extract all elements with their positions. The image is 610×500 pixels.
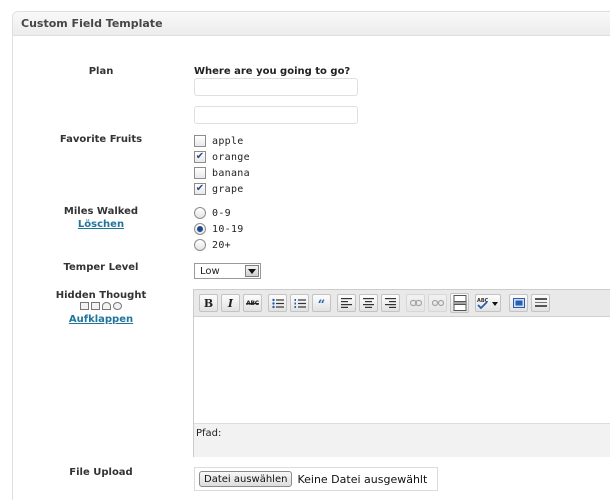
media-buttons [13, 302, 189, 312]
hidden-thought-editor: B I ABC “ ABC Pfad: [193, 289, 610, 457]
radio-selected-dot [197, 226, 203, 232]
fruit-option-label: banana [212, 167, 250, 179]
fruit-checkbox[interactable] [194, 135, 206, 147]
plan-label: Plan [88, 66, 114, 77]
expand-link[interactable]: Aufklappen [13, 314, 189, 325]
more-tag-icon[interactable] [450, 293, 469, 313]
file-upload-input[interactable]: Datei auswählen Keine Datei ausgewählt [194, 467, 438, 491]
bold-icon[interactable]: B [199, 294, 218, 312]
fruit-checkbox[interactable]: ✔ [194, 151, 206, 163]
fruit-checkbox[interactable] [194, 167, 206, 179]
fruit-option-orange[interactable]: ✔ orange [194, 150, 250, 164]
align-right-icon[interactable] [381, 294, 400, 312]
miles-option-10-19[interactable]: 10-19 [194, 222, 244, 236]
hidden-thought-label-text: Hidden Thought [55, 290, 147, 301]
miles-option-label: 10-19 [212, 223, 244, 235]
fruit-option-label: orange [212, 151, 250, 163]
fruit-option-label: grape [212, 183, 244, 195]
miles-walked-label-text: Miles Walked [63, 206, 139, 217]
miles-walked-label: Miles Walked Löschen [13, 206, 189, 230]
panel-title: Custom Field Template [13, 12, 610, 36]
clear-link[interactable]: Löschen [13, 219, 189, 230]
file-status-text: Keine Datei ausgewählt [297, 472, 428, 486]
file-upload-label: File Upload [69, 467, 133, 478]
unlink-icon[interactable] [428, 294, 447, 312]
miles-option-20+[interactable]: 20+ [194, 238, 231, 252]
hidden-thought-label: Hidden Thought Aufklappen [13, 290, 189, 325]
italic-icon[interactable]: I [221, 294, 240, 312]
add-image-icon[interactable] [80, 302, 89, 310]
add-media-icon[interactable] [113, 302, 122, 310]
miles-radio[interactable] [194, 239, 206, 251]
fruit-option-apple[interactable]: apple [194, 134, 244, 148]
kitchen-sink-icon[interactable] [531, 294, 550, 312]
blockquote-icon[interactable]: “ [312, 294, 331, 312]
bullet-list-icon[interactable] [268, 294, 287, 312]
fruit-checkbox[interactable]: ✔ [194, 183, 206, 195]
miles-option-label: 0-9 [212, 207, 231, 219]
miles-option-0-9[interactable]: 0-9 [194, 206, 231, 220]
add-audio-icon[interactable] [102, 302, 111, 310]
align-left-icon[interactable] [337, 294, 356, 312]
fruit-option-banana[interactable]: banana [194, 166, 250, 180]
temper-level-label: Temper Level [63, 262, 139, 273]
spellcheck-icon[interactable]: ABC [475, 294, 501, 312]
editor-path-bar: Pfad: [194, 423, 610, 457]
add-video-icon[interactable] [91, 302, 100, 310]
temper-level-selected-value: Low [200, 266, 220, 277]
miles-radio[interactable] [194, 223, 206, 235]
favorite-fruits-label: Favorite Fruits [59, 134, 143, 145]
plan-question: Where are you going to go? [194, 66, 351, 77]
numbered-list-icon[interactable] [290, 294, 309, 312]
path-label: Pfad: [196, 428, 222, 439]
choose-file-button[interactable]: Datei auswählen [199, 471, 293, 487]
align-center-icon[interactable] [359, 294, 378, 312]
editor-toolbar: B I ABC “ ABC [194, 290, 610, 317]
link-icon[interactable] [406, 294, 425, 312]
strikethrough-icon[interactable]: ABC [243, 294, 262, 312]
chevron-down-icon[interactable] [245, 265, 259, 277]
plan-input-2[interactable] [194, 106, 358, 124]
editor-content-area[interactable] [194, 317, 610, 423]
fruit-option-label: apple [212, 135, 244, 147]
fruit-option-grape[interactable]: ✔ grape [194, 182, 244, 196]
plan-input-1[interactable] [194, 78, 358, 96]
miles-radio[interactable] [194, 207, 206, 219]
miles-option-label: 20+ [212, 239, 231, 251]
fullscreen-icon[interactable] [509, 294, 528, 312]
temper-level-select[interactable]: Low [194, 263, 261, 279]
